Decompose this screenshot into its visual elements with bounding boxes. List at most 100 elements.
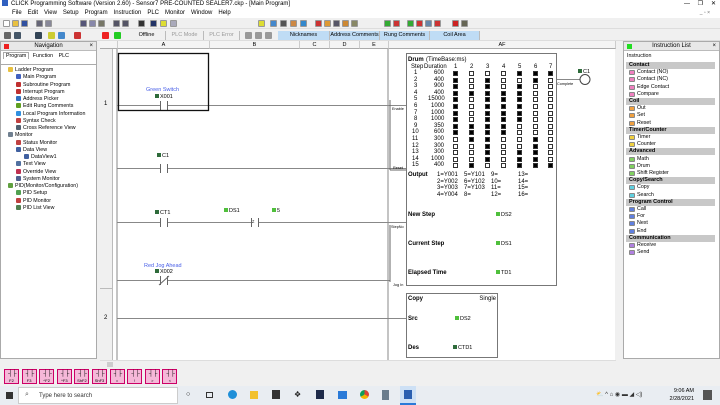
- drum-output-cell[interactable]: [453, 90, 458, 96]
- drum-output-cell[interactable]: [548, 143, 553, 149]
- drum-output-cell[interactable]: [533, 150, 538, 156]
- drum-output-cell[interactable]: [517, 156, 522, 162]
- instruction-timer[interactable]: Timer: [626, 134, 650, 141]
- instruction-contact-nc-[interactable]: Contact (NC): [626, 76, 668, 83]
- mail-icon[interactable]: [338, 391, 347, 399]
- compare-constant[interactable]: 5: [272, 208, 280, 214]
- drum-output-cell[interactable]: [453, 110, 458, 116]
- drum-output-cell[interactable]: [548, 150, 553, 156]
- search-box[interactable]: ⌕ Type here to search: [18, 387, 178, 404]
- drum-output-cell[interactable]: [485, 156, 490, 162]
- drum-output-cell[interactable]: [501, 123, 506, 129]
- drum-output-cell[interactable]: [469, 117, 474, 123]
- drum-output-cell[interactable]: [548, 90, 553, 96]
- drum-output-cell[interactable]: [517, 110, 522, 116]
- contact-ct1[interactable]: CT1: [155, 210, 170, 216]
- instruction-shift-register[interactable]: Shift Register: [626, 170, 669, 177]
- drum-output-cell[interactable]: [548, 130, 553, 136]
- drum-output-cell[interactable]: [548, 137, 553, 142]
- drum-output-cell[interactable]: [453, 84, 458, 90]
- drum-output-cell[interactable]: [469, 150, 474, 156]
- drum-output-cell[interactable]: [517, 117, 522, 123]
- drum-output-cell[interactable]: [453, 150, 458, 156]
- drum-output-cell[interactable]: [501, 163, 506, 169]
- drum-output-cell[interactable]: [501, 150, 506, 156]
- drum-output-cell[interactable]: [453, 123, 458, 129]
- drum-output-cell[interactable]: [501, 137, 506, 142]
- drum-output-cell[interactable]: [501, 143, 506, 149]
- drum-output-cell[interactable]: [453, 77, 458, 83]
- drum-output-cell[interactable]: [453, 163, 458, 169]
- drum-output-cell[interactable]: [533, 77, 538, 83]
- src-address[interactable]: DS2: [455, 316, 471, 322]
- drum-output-cell[interactable]: [469, 90, 474, 96]
- des-address[interactable]: CTD1: [453, 345, 472, 351]
- instruction-set[interactable]: Set: [626, 112, 645, 119]
- drum-output-cell[interactable]: [533, 130, 538, 136]
- drum-output-cell[interactable]: [548, 84, 553, 90]
- instruction-category-coil[interactable]: Coil: [626, 98, 715, 105]
- drum-output-cell[interactable]: [453, 130, 458, 136]
- drum-output-cell[interactable]: [485, 123, 490, 129]
- drum-output-cell[interactable]: [517, 84, 522, 90]
- drum-output-cell[interactable]: [469, 71, 474, 76]
- contact-c1[interactable]: C1: [157, 153, 169, 159]
- instruction-contact-no-[interactable]: Contact (NO): [626, 69, 668, 76]
- chrome-icon[interactable]: [360, 390, 369, 399]
- drum-output-cell[interactable]: [548, 77, 553, 83]
- instruction-category-advanced[interactable]: Advanced: [626, 148, 715, 156]
- drum-output-cell[interactable]: [485, 150, 490, 156]
- drum-output-cell[interactable]: [469, 123, 474, 129]
- drum-output-cell[interactable]: [533, 110, 538, 116]
- drum-output-cell[interactable]: [485, 163, 490, 169]
- drum-output-cell[interactable]: [517, 163, 522, 169]
- clock-date[interactable]: 2/28/2021: [666, 396, 694, 402]
- drum-output-cell[interactable]: [485, 130, 490, 136]
- function-key-5[interactable]: ┤├ ShF3: [92, 369, 107, 384]
- complete-coil-c1[interactable]: C1: [578, 69, 590, 75]
- drum-output-cell[interactable]: [501, 84, 506, 90]
- instruction-search[interactable]: Search: [626, 192, 654, 199]
- drum-output-cell[interactable]: [453, 137, 458, 142]
- drum-output-cell[interactable]: [533, 123, 538, 129]
- drum-output-cell[interactable]: [453, 104, 458, 109]
- drum-output-cell[interactable]: [485, 90, 490, 96]
- calculator-icon[interactable]: [382, 390, 389, 400]
- instruction-compare[interactable]: Compare: [626, 91, 659, 98]
- function-key-4[interactable]: ┤├ ShF2: [74, 369, 90, 384]
- drum-output-cell[interactable]: [517, 150, 522, 156]
- vertical-scrollbar[interactable]: [615, 49, 623, 360]
- drum-output-cell[interactable]: [485, 77, 490, 83]
- current-step-address[interactable]: DS1: [496, 241, 512, 247]
- clock-time[interactable]: 9:06 AM: [670, 388, 694, 394]
- drum-output-cell[interactable]: [501, 117, 506, 123]
- drum-output-cell[interactable]: [533, 90, 538, 96]
- instruction-drum[interactable]: Drum: [626, 163, 650, 170]
- drum-output-cell[interactable]: [469, 143, 474, 149]
- drum-output-cell[interactable]: [469, 77, 474, 83]
- instruction-copy[interactable]: Copy: [626, 184, 649, 191]
- drum-output-cell[interactable]: [469, 130, 474, 136]
- app-icon[interactable]: [316, 390, 324, 399]
- drum-output-cell[interactable]: [533, 156, 538, 162]
- drum-output-cell[interactable]: [517, 130, 522, 136]
- drum-output-cell[interactable]: [533, 84, 538, 90]
- function-key-1[interactable]: ┤├ F3: [21, 369, 37, 384]
- drum-output-cell[interactable]: [485, 137, 490, 142]
- drum-output-cell[interactable]: [469, 110, 474, 116]
- instruction-category-contact[interactable]: Contact: [626, 62, 715, 69]
- function-key-8[interactable]: ┤├ >: [144, 369, 160, 384]
- drum-output-cell[interactable]: [485, 117, 490, 123]
- drum-output-cell[interactable]: [453, 97, 458, 103]
- drum-output-cell[interactable]: [548, 163, 553, 169]
- drum-output-cell[interactable]: [453, 156, 458, 162]
- function-key-9[interactable]: ┤├ <: [162, 369, 178, 384]
- drum-output-cell[interactable]: [485, 97, 490, 103]
- drum-output-cell[interactable]: [501, 110, 506, 116]
- drum-output-cell[interactable]: [533, 117, 538, 123]
- drum-output-cell[interactable]: [517, 123, 522, 129]
- drum-output-cell[interactable]: [517, 97, 522, 103]
- instruction-math[interactable]: Math: [626, 156, 649, 163]
- drum-output-cell[interactable]: [548, 117, 553, 123]
- drum-output-cell[interactable]: [485, 143, 490, 149]
